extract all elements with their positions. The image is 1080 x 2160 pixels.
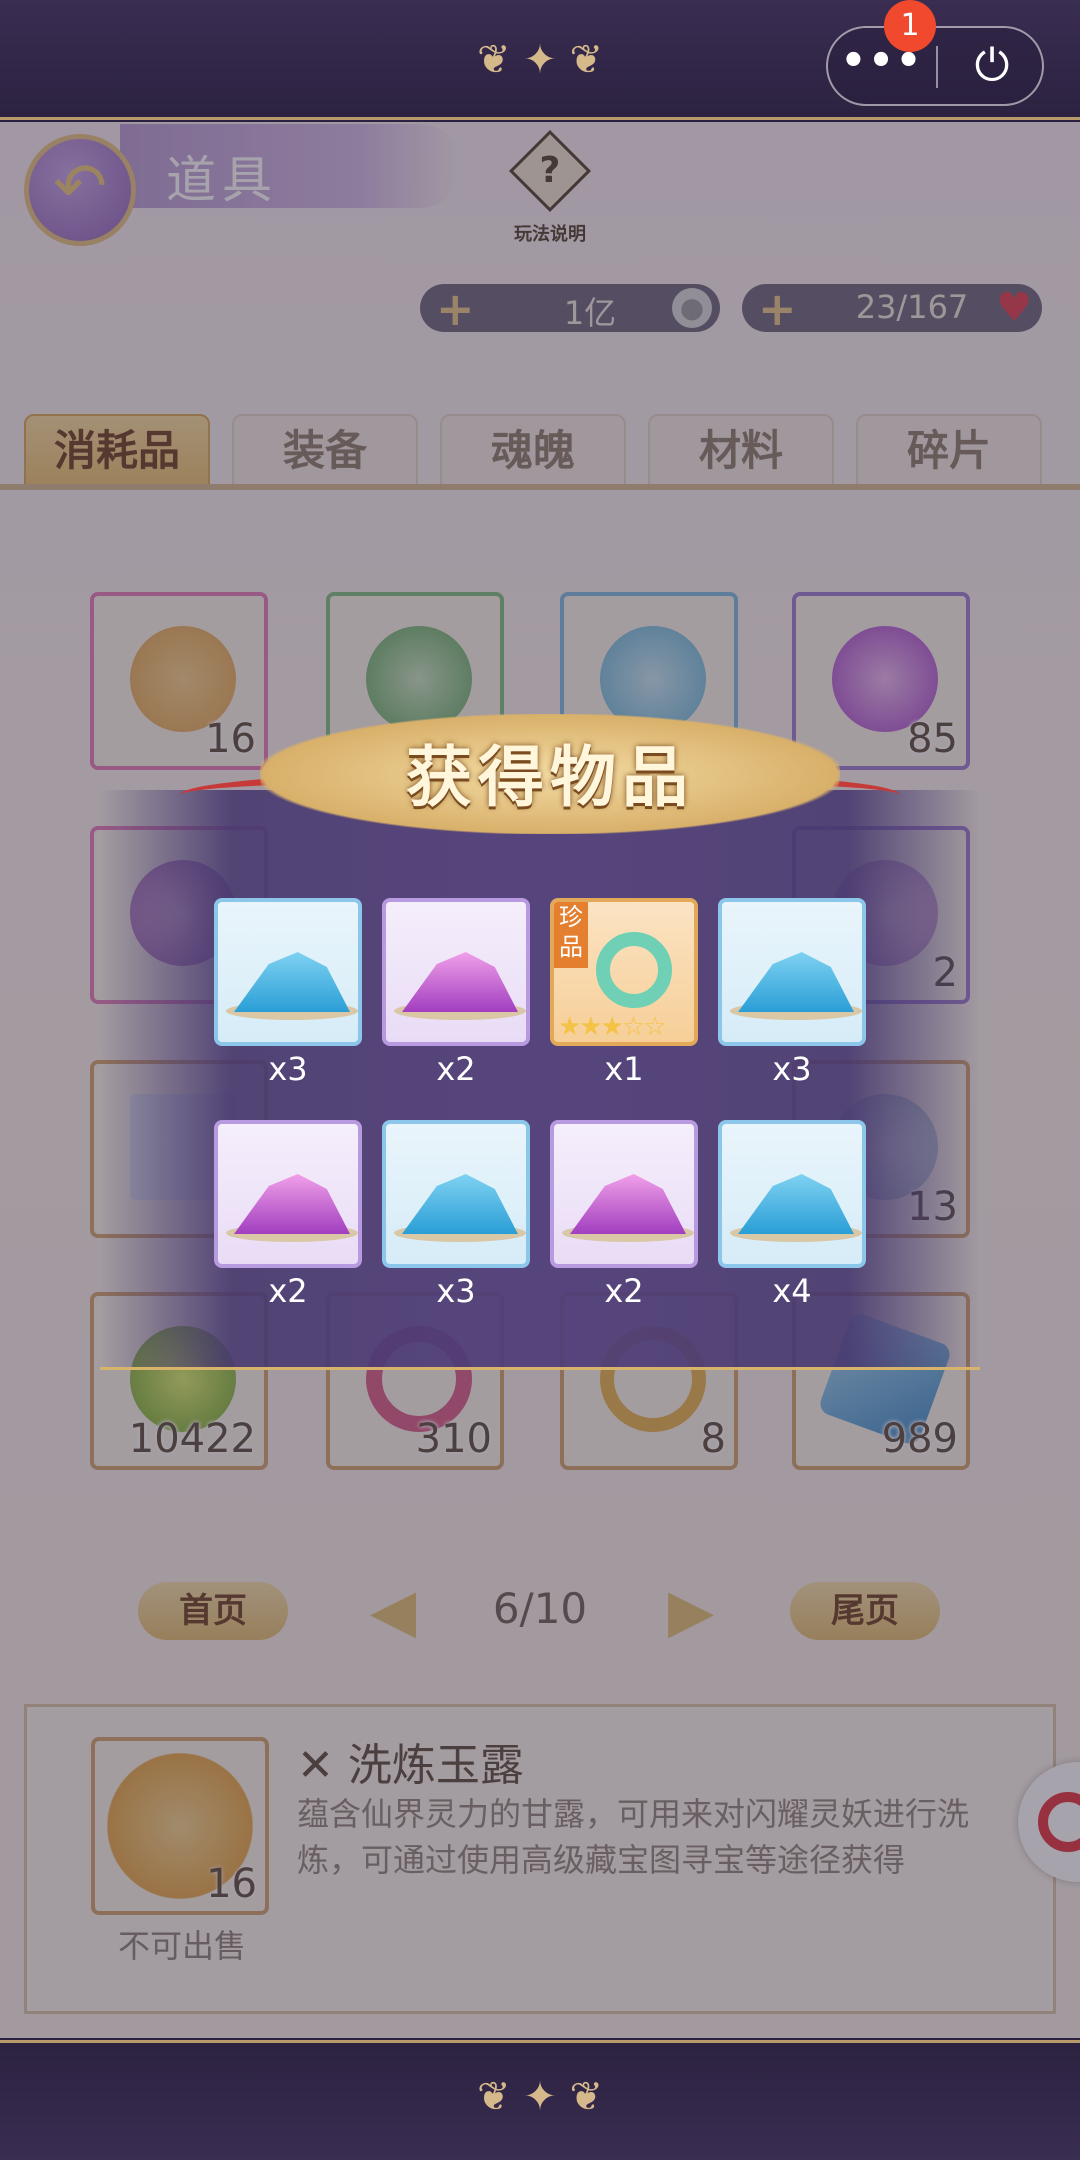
purple-powder-icon xyxy=(570,1174,686,1234)
bottom-ornament: ❦ ✦ ❦ xyxy=(477,2074,603,2120)
reward-quantity: x3 xyxy=(772,1050,812,1088)
reward-quantity: x2 xyxy=(604,1272,644,1310)
reward-quantity: x1 xyxy=(604,1050,644,1088)
blue-powder-icon xyxy=(234,952,350,1012)
purple-powder-icon xyxy=(402,952,518,1012)
blue-powder-icon xyxy=(402,1174,518,1234)
jade-pendant-icon xyxy=(596,932,672,1008)
reward-item[interactable] xyxy=(718,898,866,1046)
reward-item[interactable] xyxy=(214,1120,362,1268)
top-ornament: ❦ ✦ ❦ xyxy=(477,37,603,83)
bottom-frame: ❦ ✦ ❦ xyxy=(0,2040,1080,2160)
reward-item[interactable] xyxy=(214,898,362,1046)
star-rating: ★★★☆☆ xyxy=(558,1012,667,1042)
blue-powder-icon xyxy=(738,952,854,1012)
reward-item[interactable] xyxy=(718,1120,866,1268)
mini-program-capsule: ••• ⏻ xyxy=(826,26,1044,106)
reward-quantity: x3 xyxy=(268,1050,308,1088)
reward-quantity: x4 xyxy=(772,1272,812,1310)
reward-item[interactable] xyxy=(382,898,530,1046)
reward-item[interactable] xyxy=(550,1120,698,1268)
reward-item[interactable]: 珍品 ★★★☆☆ xyxy=(550,898,698,1046)
purple-powder-icon xyxy=(234,1174,350,1234)
reward-quantity: x2 xyxy=(436,1050,476,1088)
power-button[interactable]: ⏻ xyxy=(940,28,1044,104)
rare-tag: 珍品 xyxy=(554,902,588,968)
reward-quantity: x2 xyxy=(268,1272,308,1310)
reward-title: 获得物品 xyxy=(406,738,694,816)
reward-item[interactable] xyxy=(382,1120,530,1268)
blue-powder-icon xyxy=(738,1174,854,1234)
reward-quantity: x3 xyxy=(436,1272,476,1310)
capsule-divider xyxy=(936,46,938,88)
notification-badge: 1 xyxy=(884,0,936,52)
